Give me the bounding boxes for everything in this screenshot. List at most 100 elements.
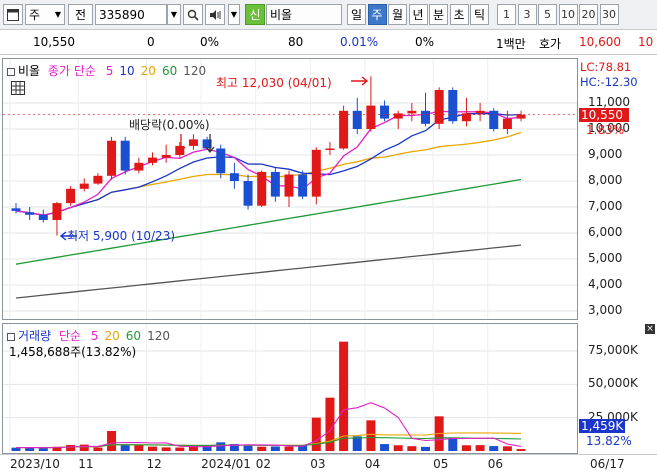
volume-ma-periods: 5 20 60 120 <box>85 329 170 343</box>
candle-body <box>79 183 89 189</box>
candle-body <box>339 110 349 149</box>
volume-rate-2: 0% <box>415 35 435 49</box>
price-tick-label: 11,000 <box>588 95 630 109</box>
candle-body <box>352 110 362 129</box>
quote-info-bar: 10,550 0 0% 80 0.01% 0% 1백만 호가 10,600 10 <box>0 30 657 55</box>
volume-current-value: 1,458,688주(13.82%) <box>9 345 137 359</box>
volume-rate: 0.01% <box>340 35 379 49</box>
volume-chart-panel[interactable]: 거래량 단순 5 20 60 120 1,458,688주(13.82%) <box>2 323 578 454</box>
volume-ma-legend-20: 20 <box>104 329 120 343</box>
sound-dropdown-button[interactable]: ▼ <box>228 4 240 25</box>
close-icon[interactable]: × <box>645 324 655 334</box>
period-button-6[interactable]: 틱 <box>470 4 489 25</box>
search-icon <box>187 9 199 21</box>
period-button-3[interactable]: 년 <box>408 4 428 25</box>
market-select[interactable]: 주 ▼ <box>25 4 65 25</box>
sound-button[interactable] <box>205 4 225 25</box>
price-tick-label: 9,000 <box>588 147 623 161</box>
volume-bar <box>79 444 89 451</box>
period-button-2[interactable]: 월 <box>388 4 407 25</box>
period-number-10[interactable]: 10 <box>558 4 578 25</box>
legend-box-icon <box>7 332 15 341</box>
volume-ma-legend-5: 5 <box>90 329 99 343</box>
quote-extra: 10 <box>638 35 654 49</box>
stock-code-input[interactable]: 335890 <box>95 4 167 25</box>
volume-ma-legend-120: 120 <box>147 329 170 343</box>
date-tick-label: 02 <box>255 457 271 471</box>
current-pct-tag: 1.83% <box>586 123 625 137</box>
ma-legend-periods: 5 10 20 60 120 <box>100 64 206 78</box>
candle-body <box>134 162 144 171</box>
price-change: 0 <box>147 35 155 49</box>
ma120-line <box>15 244 522 299</box>
quote-value: 10,600 <box>579 35 621 49</box>
ma-legend-120: 120 <box>183 64 207 78</box>
period-button-5[interactable]: 초 <box>449 4 469 25</box>
candle-body <box>516 114 526 119</box>
ma-legend-60: 60 <box>161 64 178 78</box>
ma-legend-20: 20 <box>140 64 156 78</box>
volume-bar <box>175 447 185 451</box>
date-tick-label: 04 <box>364 457 381 471</box>
volume-bar <box>421 446 430 451</box>
candle-body <box>475 110 485 114</box>
date-tick-label: 2023/10 <box>10 457 60 471</box>
period-number-5[interactable]: 5 <box>538 4 557 25</box>
volume-current-pct: 13.82% <box>586 434 632 448</box>
price-tick-label: 6,000 <box>588 225 623 239</box>
volume-bar <box>516 449 526 451</box>
volume-bar <box>475 445 485 451</box>
date-tick-label: 06 <box>487 457 504 471</box>
candle-body <box>243 181 253 206</box>
volume-bar <box>448 437 458 451</box>
candle-body <box>38 214 48 220</box>
table-toggle-button[interactable] <box>11 81 25 98</box>
jeon-button[interactable]: 전 <box>68 4 93 25</box>
period-number-1[interactable]: 1 <box>497 4 516 25</box>
candle-body <box>229 173 239 181</box>
candle-body <box>311 149 321 197</box>
price-tick-label: 3,000 <box>588 303 623 317</box>
code-dropdown-button[interactable]: ▼ <box>167 4 181 25</box>
date-tick-label: 05 <box>433 457 449 471</box>
high-annotation: 최고 12,030 (04/01) <box>216 76 332 90</box>
dividend-annotation: 배당락(0.00%) <box>129 118 210 132</box>
candle-body <box>188 139 198 146</box>
volume-bar <box>93 447 103 451</box>
period-button-1[interactable]: 주 <box>367 4 387 25</box>
volume-bar <box>393 445 403 451</box>
period-number-30[interactable]: 30 <box>599 4 619 25</box>
volume-bar <box>380 444 390 451</box>
period-number-3[interactable]: 3 <box>517 4 537 25</box>
period-button-0[interactable]: 일 <box>347 4 366 25</box>
candle-body <box>161 155 171 158</box>
price-chart-panel[interactable]: 비올 종가 단순 5 10 20 60 120 최고 12,030 (04/01) 배당… <box>2 58 578 320</box>
search-button[interactable] <box>183 4 203 25</box>
volume-bar <box>489 446 499 451</box>
candle-body <box>325 148 335 150</box>
volume-bar <box>366 420 376 451</box>
volume-bar <box>216 442 226 451</box>
price-tick-label: 7,000 <box>588 199 623 213</box>
volume-bar <box>107 431 117 451</box>
volume-tick-label: 75,000K <box>588 343 638 357</box>
volume-bar <box>502 446 512 451</box>
volume-tick-label: 50,000K <box>588 376 638 391</box>
hc-label: HC:-12.30 <box>580 75 638 89</box>
current-price-tag: 10,550 <box>579 108 629 122</box>
candle-body <box>284 174 294 197</box>
candle-body <box>11 208 21 211</box>
window-icon[interactable] <box>3 4 23 25</box>
date-tick-label: 2024/01 <box>201 457 251 471</box>
period-button-4[interactable]: 분 <box>429 4 448 25</box>
period-number-20[interactable]: 20 <box>579 4 598 25</box>
volume-bar <box>38 448 48 451</box>
volume-bar <box>284 446 294 451</box>
price-tick-label: 5,000 <box>588 251 623 265</box>
price-tick-label: 4,000 <box>588 277 623 291</box>
ma20-line <box>15 131 522 216</box>
volume-bar <box>257 446 267 451</box>
high-arrow-icon <box>351 76 369 86</box>
price-change-pct: 0% <box>200 35 220 49</box>
dividend-arrow-icon <box>176 134 186 154</box>
